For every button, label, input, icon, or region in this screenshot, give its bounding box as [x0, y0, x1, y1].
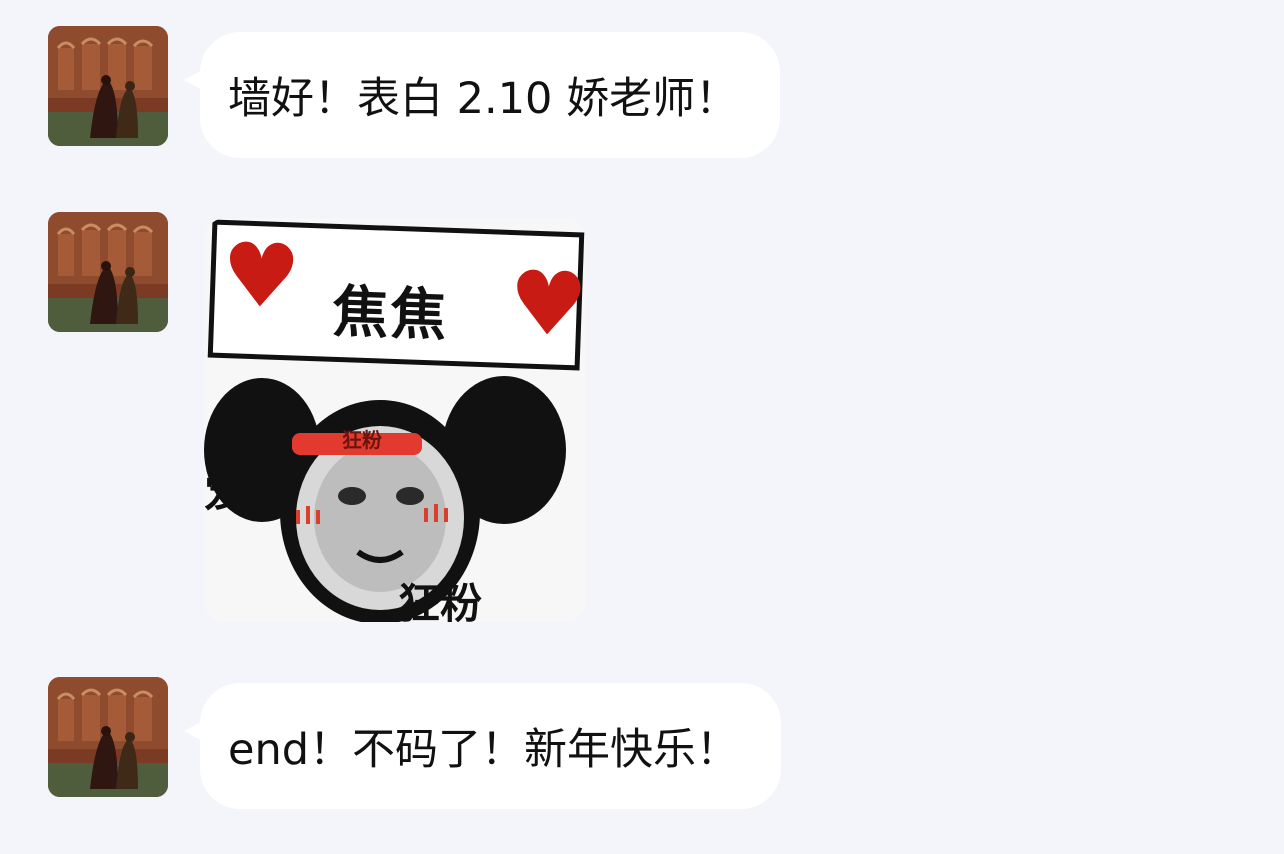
message-text: end！不码了！新年快乐！	[228, 725, 740, 775]
avatar-image-icon	[48, 26, 168, 146]
sign-text: 焦焦	[331, 279, 450, 349]
message-bubble[interactable]: 墙好！表白 2.10 娇老师！	[184, 32, 781, 158]
bubble-tail	[184, 719, 206, 743]
left-text: 爱	[204, 463, 250, 517]
sticker-message[interactable]: ♥ 焦焦 ♥ 狂粉 爱 爱 狂粉	[204, 218, 586, 622]
bubble-tail	[184, 68, 206, 92]
message-bubble[interactable]: end！不码了！新年快乐！	[184, 683, 782, 809]
sign-board: ♥ 焦焦 ♥	[207, 219, 586, 371]
avatar[interactable]	[48, 212, 168, 332]
bottom-text: 狂粉	[398, 579, 483, 622]
message-text: 墙好！表白 2.10 娇老师！	[228, 74, 739, 124]
avatar-image-icon	[48, 212, 168, 332]
heart-icon: ♥	[219, 222, 303, 329]
right-text: 爱	[496, 490, 520, 518]
avatar[interactable]	[48, 677, 168, 797]
avatar[interactable]	[48, 26, 168, 146]
avatar-image-icon	[48, 677, 168, 797]
heart-icon: ♥	[507, 250, 586, 357]
headband-text: 狂粉	[342, 428, 382, 452]
